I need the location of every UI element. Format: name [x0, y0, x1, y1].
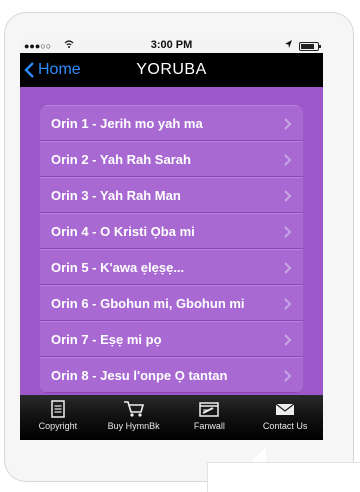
song-list-item[interactable]: Orin 3 - Yah Rah Man — [40, 177, 303, 213]
tab-fanwall[interactable]: Fanwall — [172, 395, 248, 440]
tooltip-arrow — [250, 447, 266, 463]
chevron-right-icon — [284, 334, 292, 346]
tab-label: Buy HymnBk — [107, 421, 160, 431]
tab-buy-hymnbook[interactable]: Buy HymnBk — [96, 395, 172, 440]
song-list-item[interactable]: Orin 1 - Jerih mo yah ma — [40, 105, 303, 141]
tab-copyright[interactable]: Copyright — [20, 395, 96, 440]
tab-label: Fanwall — [193, 421, 225, 431]
song-list-item[interactable]: Orin 4 - O Kristi Ọba mi — [40, 213, 303, 249]
tab-contact-us[interactable]: Contact Us — [247, 395, 323, 440]
song-title: Orin 3 - Yah Rah Man — [51, 187, 181, 203]
location-arrow-icon — [284, 39, 293, 52]
cart-icon — [123, 401, 144, 417]
song-title: Orin 6 - Gbohun mi, Gbohun mi — [51, 295, 245, 311]
song-list-item[interactable]: Orin 8 - Jesu l'onpe Ọ tantan — [40, 357, 303, 393]
song-list-item[interactable]: Orin 6 - Gbohun mi, Gbohun mi — [40, 285, 303, 321]
song-title: Orin 2 - Yah Rah Sarah — [51, 151, 191, 167]
tab-label: Contact Us — [262, 421, 308, 431]
song-list-item[interactable]: Orin 2 - Yah Rah Sarah — [40, 141, 303, 177]
chevron-right-icon — [284, 226, 292, 238]
app-screen: ●●●○○ 3:00 PM Home YORUBA Orin 1 - Jerih… — [20, 39, 323, 440]
chevron-right-icon — [284, 262, 292, 274]
song-list-item[interactable]: Orin 7 - Eṣẹ mi pọ — [40, 321, 303, 357]
chevron-right-icon — [284, 370, 292, 382]
page-title: YORUBA — [136, 61, 207, 78]
notepad-icon — [199, 402, 220, 417]
song-title: Orin 1 - Jerih mo yah ma — [51, 115, 203, 131]
chevron-right-icon — [284, 154, 292, 166]
song-title: Orin 4 - O Kristi Ọba mi — [51, 223, 195, 239]
song-title: Orin 7 - Eṣẹ mi pọ — [51, 331, 162, 347]
document-icon — [51, 400, 65, 418]
envelope-icon — [275, 403, 295, 415]
navigation-bar: Home YORUBA — [20, 53, 323, 87]
tab-label: Copyright — [38, 421, 78, 431]
chevron-right-icon — [284, 190, 292, 202]
song-title: Orin 5 - K'awa ẹlẹṣẹ... — [51, 259, 185, 275]
song-list: Orin 1 - Jerih mo yah ma Orin 2 - Yah Ra… — [40, 105, 303, 393]
tab-bar: Copyright Buy HymnBk Fanwall Contact Us — [20, 395, 323, 440]
chevron-right-icon — [284, 298, 292, 310]
battery-icon — [299, 42, 321, 51]
chevron-right-icon — [284, 118, 292, 130]
status-time: 3:00 PM — [150, 39, 193, 51]
status-bar: ●●●○○ 3:00 PM — [20, 39, 323, 53]
song-title: Orin 8 - Jesu l'onpe Ọ tantan — [51, 367, 228, 383]
song-list-item[interactable]: Orin 5 - K'awa ẹlẹṣẹ... — [40, 249, 303, 285]
tooltip-box — [207, 462, 360, 492]
